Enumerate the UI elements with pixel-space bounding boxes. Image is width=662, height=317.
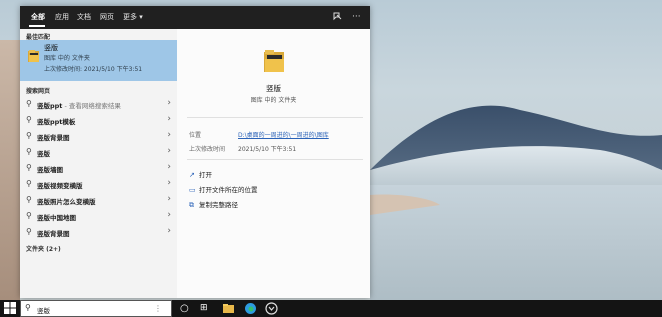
search-icon: ⚲ — [26, 131, 32, 140]
search-icon: ⚲ — [26, 227, 32, 236]
open-location-action[interactable]: ▭ 打开文件所在的位置 — [189, 184, 258, 194]
app-icon[interactable] — [265, 302, 278, 315]
web-suggestion[interactable]: ⚲ 竖版视频变横版 › — [20, 176, 177, 192]
search-icon: ⚲ — [26, 179, 32, 188]
suggestion-hint: - 查看网络搜索结果 — [62, 102, 121, 110]
suggestion-text: 竖版墙图 — [37, 166, 63, 174]
web-suggestion[interactable]: ⚲ 竖版照片怎么变横版 › — [20, 192, 177, 208]
tab-web[interactable]: 网页 — [100, 12, 114, 22]
chevron-right-icon[interactable]: › — [167, 194, 171, 204]
tab-active-indicator — [29, 25, 45, 27]
suggestion-text: 竖版照片怎么变横版 — [37, 198, 96, 206]
tab-apps[interactable]: 应用 — [55, 12, 69, 22]
modified-label: 上次修改时间 — [189, 146, 226, 153]
web-suggestion[interactable]: ⚲ 竖版中国地图 › — [20, 208, 177, 224]
search-tab-bar: 全部 应用 文档 网页 更多 ▾ ··· — [20, 6, 370, 29]
best-match-item[interactable]: 竖版 图库 中的 文件夹 上次修改时间: 2021/5/10 下午3:51 — [20, 40, 177, 81]
location-link[interactable]: D:\桌面的一周进的\一周进的\图库 — [238, 130, 329, 139]
web-suggestion[interactable]: ⚲ 竖版背景图 › — [20, 128, 177, 144]
search-value: 竖版 — [37, 307, 50, 315]
more-options-icon[interactable]: ··· — [352, 11, 361, 23]
suggestion-text: 竖版视频变横版 — [37, 182, 83, 190]
open-action[interactable]: ↗ 打开 — [189, 169, 212, 179]
web-suggestion[interactable]: ⚲ 竖版ppt模板 › — [20, 112, 177, 128]
modified-value: 2021/5/10 下午3:51 — [238, 146, 297, 153]
best-match-name: 竖版 — [44, 44, 58, 52]
web-suggestion[interactable]: ⚲ 竖版背景图 › — [20, 224, 177, 240]
chevron-right-icon[interactable]: › — [167, 210, 171, 220]
file-explorer-icon[interactable] — [222, 302, 235, 315]
open-icon: ↗ — [189, 171, 195, 179]
web-suggestion[interactable]: ⚲ 竖版ppt - 查看网络搜索结果 › — [20, 96, 177, 112]
chevron-right-icon[interactable]: › — [167, 146, 171, 156]
suggestion-text: 竖版背景图 — [37, 230, 70, 238]
best-match-date: 上次修改时间: 2021/5/10 下午3:51 — [44, 66, 143, 73]
web-suggestion[interactable]: ⚲ 竖版 › — [20, 144, 177, 160]
taskbar: ⚲ 竖版 ⋮ ○ ⊞ — [0, 300, 662, 317]
web-suggestion[interactable]: ⚲ 竖版墙图 › — [20, 160, 177, 176]
chevron-right-icon[interactable]: › — [167, 178, 171, 188]
folder-icon — [28, 50, 39, 62]
chevron-right-icon[interactable]: › — [167, 162, 171, 172]
tab-docs[interactable]: 文档 — [77, 12, 91, 22]
feedback-icon[interactable] — [332, 11, 342, 25]
suggestion-text: 竖版ppt模板 — [37, 118, 76, 126]
folders-heading[interactable]: 文件夹 (2+) — [26, 244, 61, 253]
chevron-right-icon[interactable]: › — [167, 226, 171, 236]
divider — [187, 159, 363, 160]
edge-browser-icon[interactable] — [244, 302, 257, 315]
best-match-subtitle: 图库 中的 文件夹 — [44, 55, 90, 62]
folder-location-icon: ▭ — [189, 186, 196, 194]
tab-all[interactable]: 全部 — [31, 12, 45, 22]
copy-path-action[interactable]: ⧉ 复制完整路径 — [189, 199, 238, 210]
search-icon: ⚲ — [26, 147, 32, 156]
search-icon: ⚲ — [26, 163, 32, 172]
tab-more[interactable]: 更多 ▾ — [123, 12, 143, 22]
text-cursor-icon: ⋮ — [154, 304, 162, 313]
results-list: 最佳匹配 竖版 图库 中的 文件夹 上次修改时间: 2021/5/10 下午3:… — [20, 29, 177, 298]
search-panel: 全部 应用 文档 网页 更多 ▾ ··· 最佳匹配 竖版 图库 中的 文件夹 上… — [20, 6, 370, 298]
action-label: 打开文件所在的位置 — [199, 186, 258, 194]
divider — [187, 117, 363, 118]
suggestion-text: 竖版ppt — [37, 102, 63, 110]
suggestion-text: 竖版中国地图 — [37, 214, 76, 222]
tab-more-label: 更多 — [123, 13, 137, 21]
search-icon: ⚲ — [26, 195, 32, 204]
chevron-down-icon: ▾ — [139, 13, 143, 21]
search-icon: ⚲ — [26, 99, 32, 108]
taskbar-search-input[interactable]: ⚲ 竖版 ⋮ — [20, 300, 172, 317]
windows-start-icon[interactable] — [4, 302, 16, 314]
location-label: 位置 — [189, 132, 202, 139]
action-label: 打开 — [199, 171, 212, 179]
detail-subtitle: 图库 中的 文件夹 — [250, 97, 297, 104]
detail-name: 竖版 — [266, 84, 281, 93]
suggestion-text: 竖版背景图 — [37, 134, 70, 142]
cortana-icon[interactable]: ○ — [180, 302, 193, 315]
folder-icon — [264, 50, 284, 72]
copy-path-icon: ⧉ — [189, 201, 194, 209]
search-icon: ⚲ — [25, 303, 31, 312]
chevron-right-icon[interactable]: › — [167, 130, 171, 140]
search-icon: ⚲ — [26, 115, 32, 124]
task-view-icon[interactable]: ⊞ — [200, 302, 213, 315]
search-icon: ⚲ — [26, 211, 32, 220]
search-web-heading: 搜索网页 — [26, 88, 51, 95]
chevron-right-icon[interactable]: › — [167, 114, 171, 124]
chevron-right-icon[interactable]: › — [167, 98, 171, 108]
suggestion-text: 竖版 — [37, 150, 50, 158]
detail-pane: 竖版 图库 中的 文件夹 位置 D:\桌面的一周进的\一周进的\图库 上次修改时… — [177, 29, 370, 298]
action-label: 复制完整路径 — [199, 201, 238, 209]
